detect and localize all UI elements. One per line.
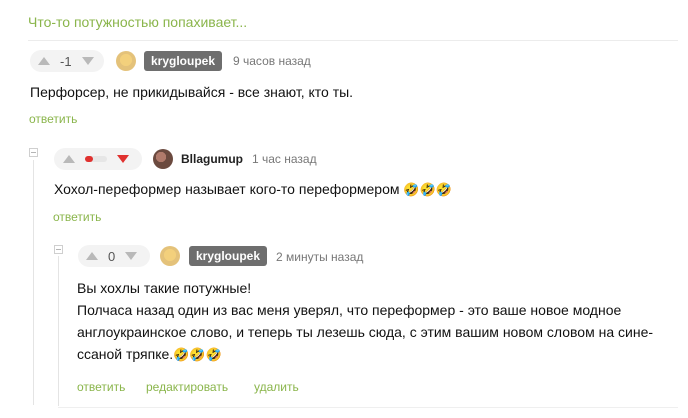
comment-text: Хохол-переформер называет кого-то перефо…: [54, 179, 452, 200]
rating-control: [54, 148, 142, 170]
laughing-emoji-icon: 🤣🤣🤣: [173, 347, 222, 362]
rating-score: -1: [60, 53, 72, 69]
comment-line: англоукраинское слово, и теперь ты лезеш…: [77, 324, 654, 340]
reply-link[interactable]: ответить: [53, 210, 101, 224]
reply-link[interactable]: ответить: [29, 112, 77, 126]
edit-link[interactable]: редактировать: [146, 380, 228, 394]
collapse-thread-button[interactable]: [29, 148, 38, 157]
author-badge[interactable]: krygloupek: [189, 246, 268, 266]
author-name[interactable]: Bllagumup: [181, 152, 243, 166]
rating-control: -1: [30, 50, 104, 72]
laughing-emoji-icon: 🤣🤣🤣: [403, 182, 452, 197]
comment-body: Хохол-переформер называет кого-то перефо…: [54, 181, 400, 197]
thread-line: [33, 160, 34, 405]
collapse-thread-button[interactable]: [54, 245, 63, 254]
downvote-icon[interactable]: [81, 57, 94, 65]
thread-line: [58, 256, 59, 406]
avatar[interactable]: [116, 51, 136, 71]
comment-time: 2 минуты назад: [276, 250, 364, 264]
rating-control: 0: [78, 245, 150, 267]
avatar[interactable]: [153, 149, 173, 169]
upvote-icon[interactable]: [63, 155, 75, 163]
comment-line-with-emoji: ссаной тряпке.🤣🤣🤣: [77, 344, 677, 365]
downvote-icon[interactable]: [125, 252, 138, 260]
upvote-icon[interactable]: [38, 57, 50, 65]
reply-link[interactable]: ответить: [77, 380, 125, 394]
rating-score: 0: [108, 248, 116, 264]
rating-bar: [85, 156, 107, 162]
divider: [28, 40, 678, 41]
comment-line: Полчаса назад один из вас меня уверял, ч…: [77, 302, 622, 318]
avatar[interactable]: [160, 246, 180, 266]
downvote-icon[interactable]: [117, 155, 129, 163]
comment-line: Вы хохлы такие потужные!: [77, 280, 252, 296]
post-title-link[interactable]: Что-то потужностью попахивает...: [28, 14, 247, 30]
upvote-icon[interactable]: [86, 252, 98, 260]
comment-line: ссаной тряпке.: [77, 346, 174, 362]
comment-text: Вы хохлы такие потужные! Полчаса назад о…: [77, 278, 677, 365]
comment-time: 9 часов назад: [233, 54, 311, 68]
comment-time: 1 час назад: [252, 152, 317, 166]
delete-link[interactable]: удалить: [254, 380, 299, 394]
comment-text: Перфорсер, не прикидывайся - все знают, …: [30, 84, 354, 100]
author-badge[interactable]: krygloupek: [144, 51, 223, 71]
divider: [58, 407, 678, 408]
